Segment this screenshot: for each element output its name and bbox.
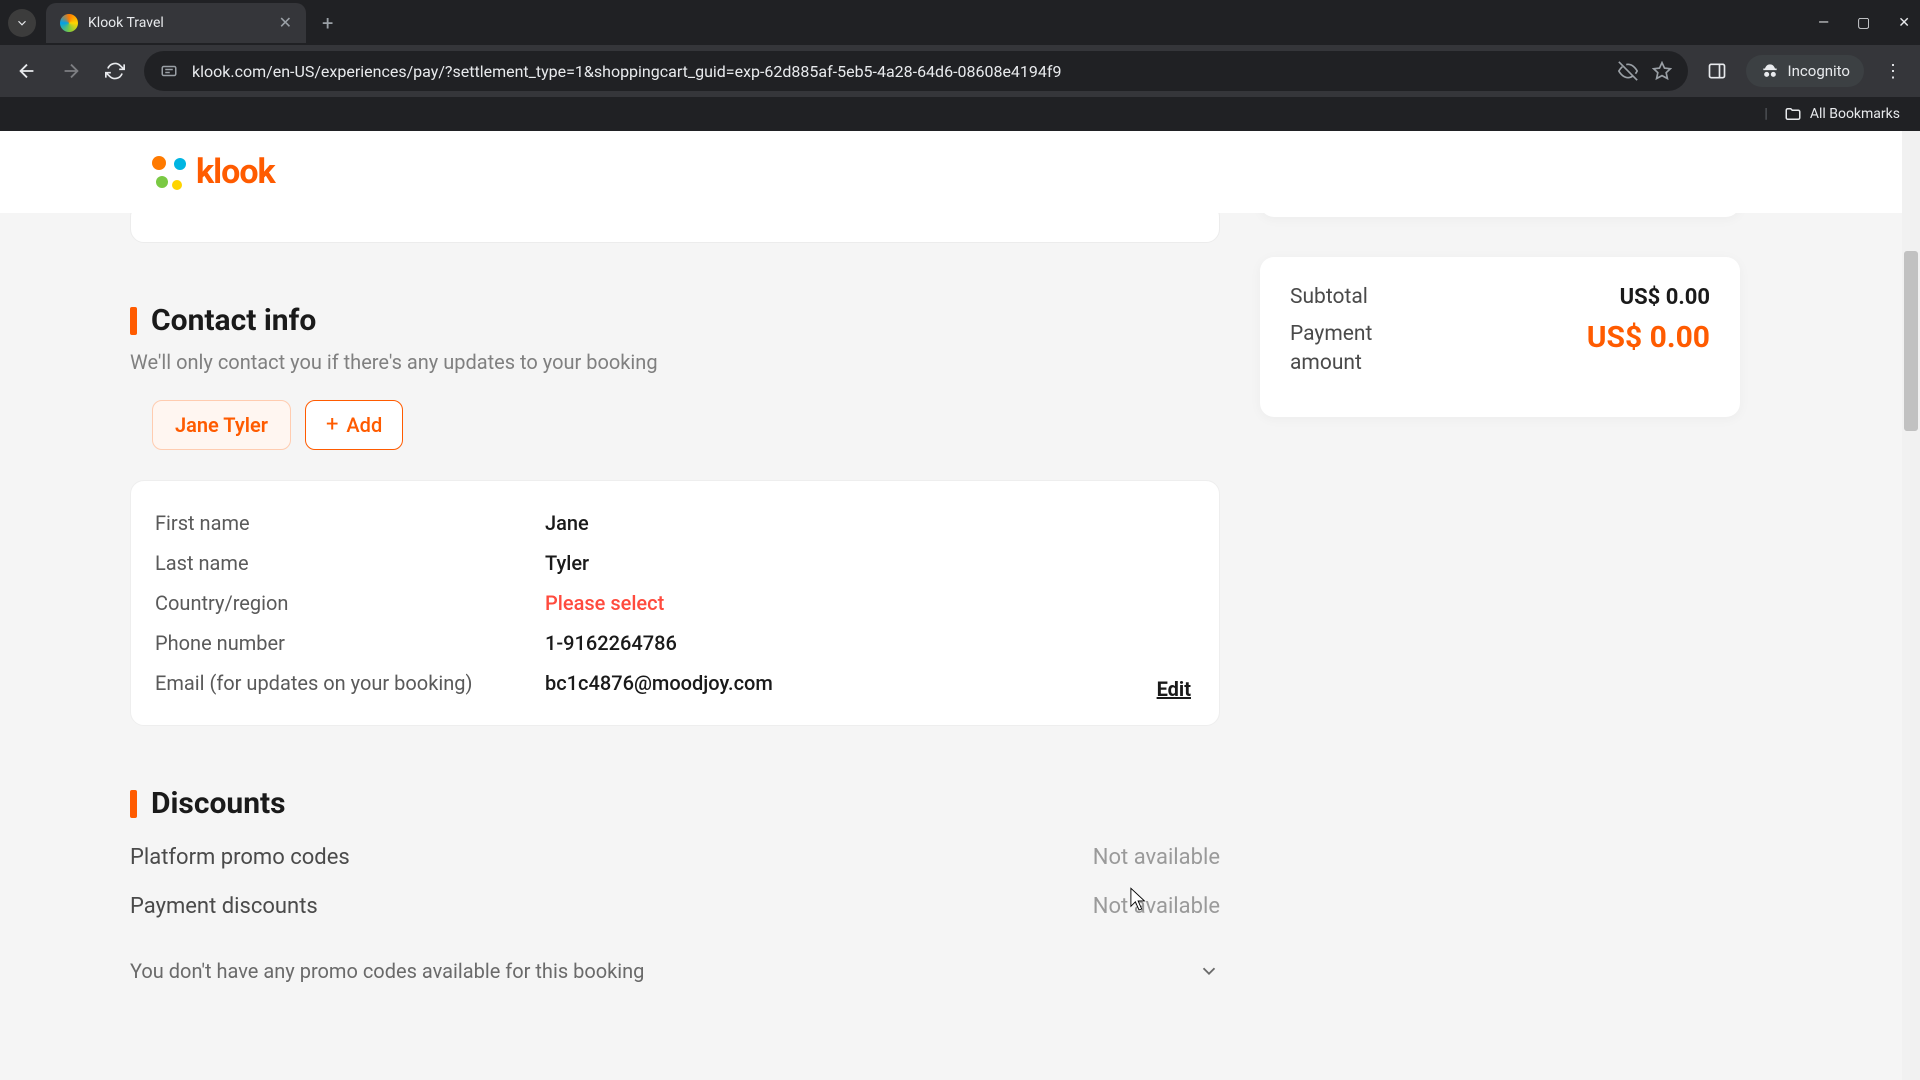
new-tab-button[interactable]: + bbox=[322, 11, 333, 35]
region-label: Country/region bbox=[155, 591, 545, 615]
tab-search-button[interactable] bbox=[8, 9, 36, 37]
add-contact-button[interactable]: + Add bbox=[305, 400, 403, 450]
scrollbar-thumb[interactable] bbox=[1904, 251, 1918, 431]
browser-menu-button[interactable]: ⋮ bbox=[1878, 61, 1908, 82]
site-settings-icon[interactable] bbox=[160, 62, 178, 80]
first-name-value: Jane bbox=[545, 511, 589, 535]
forward-button[interactable] bbox=[56, 56, 86, 86]
discounts-section: Discounts Platform promo codes Not avail… bbox=[130, 786, 1220, 983]
email-value: bc1c4876@moodjoy.com bbox=[545, 671, 773, 695]
last-name-row: Last name Tyler bbox=[155, 543, 1191, 583]
summary-column: Total US$ 0.00 Subtotal US$ 0.00 Payment… bbox=[1260, 213, 1740, 417]
tab-favicon bbox=[60, 14, 78, 32]
first-name-label: First name bbox=[155, 511, 545, 535]
all-bookmarks-button[interactable]: All Bookmarks bbox=[1784, 105, 1900, 123]
subtotal-label: Subtotal bbox=[1290, 285, 1368, 309]
email-label: Email (for updates on your booking) bbox=[155, 671, 545, 695]
last-name-value: Tyler bbox=[545, 551, 589, 575]
incognito-label: Incognito bbox=[1788, 62, 1850, 80]
platform-promo-status: Not available bbox=[1093, 845, 1220, 870]
minimize-button[interactable]: — bbox=[1818, 15, 1829, 31]
klook-mark-icon bbox=[150, 154, 186, 190]
add-contact-label: Add bbox=[346, 413, 382, 437]
price-summary-card: Subtotal US$ 0.00 Payment amount US$ 0.0… bbox=[1260, 257, 1740, 417]
contact-chip-selected[interactable]: Jane Tyler bbox=[152, 400, 291, 450]
phone-row: Phone number 1-9162264786 bbox=[155, 623, 1191, 663]
side-panel-button[interactable] bbox=[1702, 56, 1732, 86]
promo-notice-toggle[interactable]: You don't have any promo codes available… bbox=[130, 931, 1220, 983]
last-name-label: Last name bbox=[155, 551, 545, 575]
platform-promo-row[interactable]: Platform promo codes Not available bbox=[130, 833, 1220, 882]
tab-title: Klook Travel bbox=[88, 15, 164, 31]
bookmark-star-icon[interactable] bbox=[1652, 61, 1672, 81]
region-value[interactable]: Please select bbox=[545, 591, 664, 615]
contact-chip-row: Jane Tyler + Add bbox=[152, 400, 1220, 450]
chevron-down-icon bbox=[1198, 960, 1220, 982]
all-bookmarks-label: All Bookmarks bbox=[1810, 106, 1900, 122]
bookmarks-bar: | All Bookmarks bbox=[0, 97, 1920, 131]
incognito-badge[interactable]: Incognito bbox=[1746, 55, 1864, 87]
edit-contact-button[interactable]: Edit bbox=[1157, 677, 1191, 701]
payment-amount-value: US$ 0.00 bbox=[1587, 320, 1710, 355]
region-row: Country/region Please select bbox=[155, 583, 1191, 623]
payment-discount-status: Not available bbox=[1093, 894, 1220, 919]
maximize-button[interactable]: ▢ bbox=[1857, 15, 1870, 31]
payment-amount-label: Payment amount bbox=[1290, 320, 1430, 379]
close-window-button[interactable]: ✕ bbox=[1898, 15, 1910, 31]
window-controls: — ▢ ✕ bbox=[1818, 0, 1910, 45]
browser-chrome: Klook Travel ✕ + — ▢ ✕ klook.com/en-US/e… bbox=[0, 0, 1920, 131]
main-column: Contact info We'll only contact you if t… bbox=[130, 213, 1220, 983]
phone-label: Phone number bbox=[155, 631, 545, 655]
klook-wordmark: klook bbox=[196, 152, 275, 192]
scrollbar-track[interactable] bbox=[1902, 131, 1920, 1080]
eye-off-icon[interactable] bbox=[1618, 61, 1638, 81]
contact-heading: Contact info bbox=[151, 303, 316, 338]
payment-discount-row[interactable]: Payment discounts Not available bbox=[130, 882, 1220, 931]
klook-logo[interactable]: klook bbox=[150, 152, 275, 192]
phone-value: 1-9162264786 bbox=[545, 631, 677, 655]
contact-details-card: First name Jane Last name Tyler Country/… bbox=[130, 480, 1220, 726]
first-name-row: First name Jane bbox=[155, 503, 1191, 543]
promo-notice-text: You don't have any promo codes available… bbox=[130, 959, 644, 983]
plus-icon: + bbox=[326, 414, 338, 436]
payment-discount-label: Payment discounts bbox=[130, 894, 318, 919]
discounts-heading: Discounts bbox=[151, 786, 286, 821]
subtotal-value: US$ 0.00 bbox=[1620, 285, 1710, 310]
payment-amount-row: Payment amount US$ 0.00 bbox=[1290, 320, 1710, 379]
reload-button[interactable] bbox=[100, 56, 130, 86]
accent-bar bbox=[130, 790, 137, 818]
address-bar: klook.com/en-US/experiences/pay/?settlem… bbox=[0, 45, 1920, 97]
email-row: Email (for updates on your booking) bc1c… bbox=[155, 663, 1191, 703]
site-header: klook bbox=[0, 131, 1902, 213]
page-body: Contact info We'll only contact you if t… bbox=[0, 213, 1902, 1080]
back-button[interactable] bbox=[12, 56, 42, 86]
url-text: klook.com/en-US/experiences/pay/?settlem… bbox=[192, 62, 1604, 81]
platform-promo-label: Platform promo codes bbox=[130, 845, 350, 870]
browser-tab[interactable]: Klook Travel ✕ bbox=[46, 3, 306, 43]
url-input[interactable]: klook.com/en-US/experiences/pay/?settlem… bbox=[144, 51, 1688, 91]
contact-subtext: We'll only contact you if there's any up… bbox=[130, 350, 1220, 374]
accent-bar bbox=[130, 307, 137, 335]
page-viewport: klook Contact info We'll only contact yo… bbox=[0, 131, 1920, 1080]
subtotal-row: Subtotal US$ 0.00 bbox=[1290, 285, 1710, 310]
tab-close-icon[interactable]: ✕ bbox=[279, 13, 292, 32]
contact-info-section: Contact info We'll only contact you if t… bbox=[130, 303, 1220, 726]
tab-bar: Klook Travel ✕ + — ▢ ✕ bbox=[0, 0, 1920, 45]
